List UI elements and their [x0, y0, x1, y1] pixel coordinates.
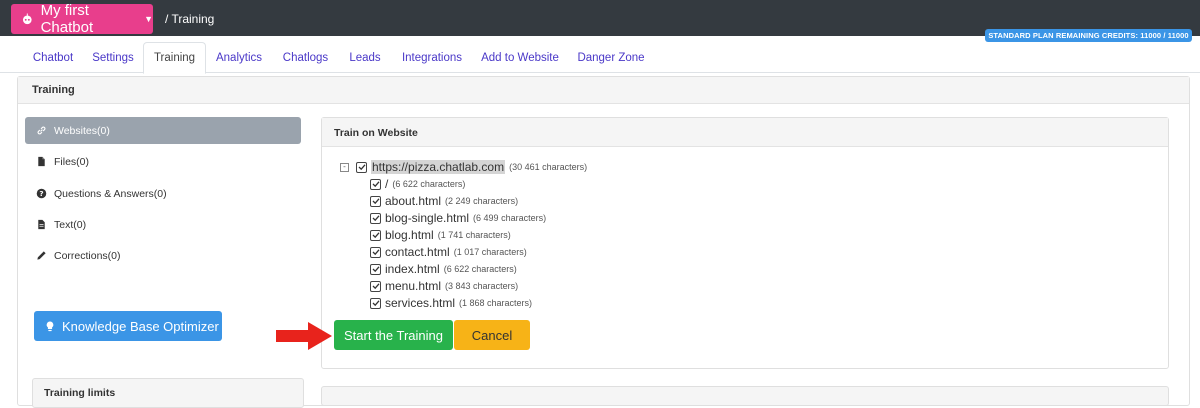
- root-url: https://pizza.chatlab.com: [371, 160, 506, 174]
- optimizer-label: Knowledge Base Optimizer: [62, 318, 219, 334]
- checkbox-root[interactable]: [356, 161, 367, 173]
- tab-chatbot[interactable]: Chatbot: [17, 43, 89, 73]
- page-name: services.html: [385, 296, 456, 310]
- lightbulb-icon: [46, 321, 54, 331]
- tab-add-to-website[interactable]: Add to Website: [477, 43, 563, 73]
- file-text-icon: [38, 219, 45, 230]
- page-char-count: (2 249 characters): [445, 196, 519, 206]
- page-char-count: (1 741 characters): [437, 230, 511, 240]
- page-name: menu.html: [385, 279, 442, 293]
- collapse-toggle[interactable]: -: [340, 162, 349, 172]
- tree-page-row: menu.html (3 843 characters): [370, 279, 518, 293]
- sidebar-item-label: Corrections(0): [54, 249, 121, 262]
- sidebar-item-label: Files(0): [54, 155, 90, 168]
- sidebar-item-websites[interactable]: Websites(0): [25, 117, 301, 144]
- arrow-right-icon: [276, 322, 332, 350]
- tab-bar: Chatbot Settings Training Analytics Chat…: [0, 36, 1200, 74]
- page-char-count: (6 622 characters): [443, 264, 517, 274]
- tree-page-row: / (6 622 characters): [370, 177, 465, 191]
- pencil-icon: [37, 251, 46, 260]
- page-char-count: (1 868 characters): [459, 298, 533, 308]
- svg-text:?: ?: [39, 189, 43, 198]
- breadcrumb: / Training: [165, 12, 215, 26]
- checkbox-page[interactable]: [370, 263, 381, 275]
- tab-danger-zone[interactable]: Danger Zone: [572, 43, 650, 73]
- check-icon: [358, 164, 365, 171]
- tree-page-row: index.html (6 622 characters): [370, 262, 517, 276]
- tab-analytics[interactable]: Analytics: [210, 43, 268, 73]
- check-icon: [372, 181, 379, 188]
- page-name: index.html: [385, 262, 440, 276]
- sidebar-item-questions-answers[interactable]: ? Questions & Answers(0): [25, 180, 301, 207]
- sidebar-item-label: Websites(0): [54, 124, 110, 137]
- check-icon: [372, 266, 379, 273]
- chatbot-selector-button[interactable]: My first Chatbot ▼: [11, 2, 153, 36]
- robot-icon: [22, 13, 32, 25]
- checkbox-page[interactable]: [370, 246, 381, 258]
- check-icon: [372, 215, 379, 222]
- tab-integrations[interactable]: Integrations: [395, 43, 469, 73]
- secondary-card: [321, 386, 1169, 406]
- page-name: blog.html: [385, 228, 434, 242]
- page-char-count: (6 499 characters): [473, 213, 547, 223]
- checkbox-page[interactable]: [370, 280, 381, 292]
- page-name: blog-single.html: [385, 211, 470, 225]
- tree-page-row: services.html (1 868 characters): [370, 296, 532, 310]
- check-icon: [372, 232, 379, 239]
- file-icon: [38, 156, 45, 167]
- sidebar-item-corrections[interactable]: Corrections(0): [25, 242, 301, 269]
- page-name: contact.html: [385, 245, 450, 259]
- tab-training[interactable]: Training: [143, 42, 206, 74]
- checkbox-page[interactable]: [370, 195, 381, 207]
- checkbox-page[interactable]: [370, 297, 381, 309]
- chatbot-name: My first Chatbot: [40, 2, 94, 36]
- check-icon: [372, 283, 379, 290]
- sidebar-item-text[interactable]: Text(0): [25, 211, 301, 238]
- tab-settings[interactable]: Settings: [87, 43, 139, 73]
- page-char-count: (3 843 characters): [445, 281, 519, 291]
- tree-page-row: blog-single.html (6 499 characters): [370, 211, 546, 225]
- panel-title: Training: [18, 77, 1189, 104]
- page-char-count: (1 017 characters): [453, 247, 527, 257]
- cancel-button[interactable]: Cancel: [454, 320, 530, 350]
- sidebar-item-label: Text(0): [54, 218, 87, 231]
- tab-leads[interactable]: Leads: [343, 43, 387, 73]
- checkbox-page[interactable]: [370, 178, 381, 190]
- sidebar-item-files[interactable]: Files(0): [25, 148, 301, 175]
- start-training-button[interactable]: Start the Training: [334, 320, 453, 350]
- page-name: about.html: [385, 194, 442, 208]
- page-name: /: [385, 177, 389, 191]
- caret-down-icon: ▼: [144, 14, 153, 24]
- training-limits-title: Training limits: [44, 387, 116, 399]
- tree-page-row: blog.html (1 741 characters): [370, 228, 511, 242]
- sidebar-item-label: Questions & Answers(0): [54, 187, 167, 200]
- link-icon: [37, 126, 46, 135]
- page-char-count: (6 622 characters): [392, 179, 466, 189]
- check-icon: [372, 198, 379, 205]
- checkbox-page[interactable]: [370, 229, 381, 241]
- checkbox-page[interactable]: [370, 212, 381, 224]
- tree-page-row: contact.html (1 017 characters): [370, 245, 527, 259]
- root-char-count: (30 461 characters): [509, 162, 588, 172]
- question-circle-icon: ?: [36, 188, 47, 199]
- training-limits-card: Training limits: [32, 378, 304, 408]
- check-icon: [372, 300, 379, 307]
- train-card-title: Train on Website: [322, 118, 1168, 147]
- tab-chatlogs[interactable]: Chatlogs: [277, 43, 334, 73]
- tree-root-row: - https://pizza.chatlab.com (30 461 char…: [340, 160, 587, 174]
- knowledge-base-optimizer-button[interactable]: Knowledge Base Optimizer: [34, 311, 222, 341]
- tree-page-row: about.html (2 249 characters): [370, 194, 518, 208]
- check-icon: [372, 249, 379, 256]
